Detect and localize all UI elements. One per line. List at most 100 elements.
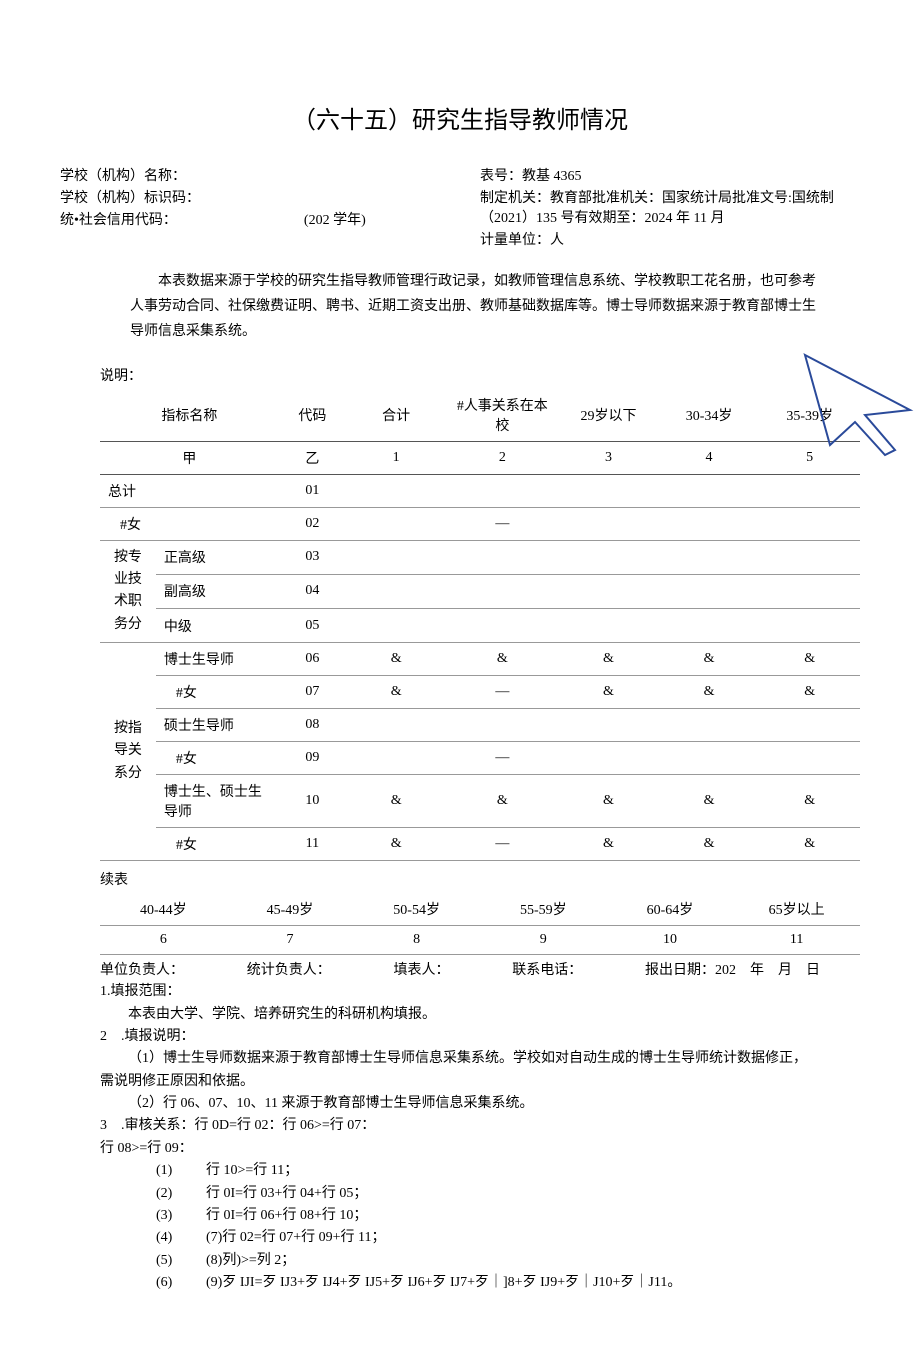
th-c2: 2 [446,441,558,474]
meta-block: 学校（机构）名称： 学校（机构）标识码： 统•社会信用代码： (202 学年) … [60,165,860,249]
cell: & [759,775,860,828]
cell: & [346,643,447,676]
cell [346,574,447,608]
row-label: 中级 [156,608,279,642]
th-60: 60-64岁 [607,893,734,926]
filler: 填表人： [394,959,450,979]
th-29: 29岁以下 [558,389,659,442]
row-label: 硕士生导师 [156,709,279,742]
row-label: #女 [100,507,279,540]
cell [558,608,659,642]
cell [659,742,760,775]
cell [346,507,447,540]
th-40: 40-44岁 [100,893,227,926]
row-label: #女 [156,676,279,709]
note-list-item: (4)(7)行 02=行 07+行 09+行 11； [100,1227,820,1249]
cell [558,574,659,608]
row-label: 正高级 [156,540,279,574]
meta-left: 学校（机构）名称： 学校（机构）标识码： 统•社会信用代码： (202 学年) [60,165,366,249]
source-note: 本表数据来源于学校的研究生指导教师管理行政记录，如教师管理信息系统、学校教职工花… [130,269,820,345]
th-c9: 9 [480,926,607,955]
table-row: 博士生、硕士生导师 10 & & & & & [100,775,860,828]
th-c1: 1 [346,441,447,474]
row-code: 10 [279,775,346,828]
note-list-item: (1)行 10>=行 11； [100,1160,820,1182]
notes-section: 1.填报范围： 本表由大学、学院、培养研究生的科研机构填报。 2 .填报说明： … [100,981,820,1294]
school-code-label: 学校（机构）标识码： [60,187,366,207]
form-number: 表号：教基 4365 [480,165,860,185]
cell: & [659,676,760,709]
cell [659,574,760,608]
note-list-item: (3)行 0I=行 06+行 08+行 10； [100,1205,820,1227]
meta-right: 表号：教基 4365 制定机关：教育部批准机关：国家统计局批准文号:国统制（20… [480,165,860,249]
th-c7: 7 [227,926,354,955]
cell: — [446,676,558,709]
cell: & [558,643,659,676]
signature-line: 单位负责人： 统计负责人： 填表人： 联系电话： 报出日期：202 年 月 日 [100,959,820,979]
cell [659,540,760,574]
row-label: 博士生导师 [156,643,279,676]
cell: & [659,643,760,676]
cell: & [446,775,558,828]
stat-leader: 统计负责人： [247,959,331,979]
measure-unit: 计量单位：人 [480,229,860,249]
credit-code-label: 统•社会信用代码： (202 学年) [60,209,366,229]
th-c6: 6 [100,926,227,955]
th-50: 50-54岁 [353,893,480,926]
th-35: 35-39岁 [759,389,860,442]
th-c10: 10 [607,926,734,955]
cell: & [659,828,760,861]
cell [759,507,860,540]
table-row: #女 07 & — & & & [100,676,860,709]
note-2-title: 2 .填报说明： [100,1026,820,1048]
header-row-2: 甲 乙 1 2 3 4 5 [100,441,860,474]
cell: & [558,676,659,709]
row-label: 博士生、硕士生导师 [156,775,279,828]
cell: & [659,775,760,828]
cell [346,709,447,742]
cell [558,709,659,742]
cell [558,474,659,507]
row-label: 总计 [100,474,279,507]
note-3-extra: 行 08>=行 09： [100,1138,820,1160]
row-code: 09 [279,742,346,775]
th-c4: 4 [659,441,760,474]
note-list-item: (5)(8)列)>=列 2； [100,1250,820,1272]
authority: 制定机关：教育部批准机关：国家统计局批准文号:国统制（2021）135 号有效期… [480,187,860,227]
continuation-table: 40-44岁 45-49岁 50-54岁 55-59岁 60-64岁 65岁以上… [100,893,860,955]
cell [446,474,558,507]
row-code: 04 [279,574,346,608]
th-yi: 乙 [279,441,346,474]
cell [759,574,860,608]
th-55: 55-59岁 [480,893,607,926]
main-table: 指标名称 代码 合计 #人事关系在本校 29岁以下 30-34岁 35-39岁 … [100,389,860,862]
row-label: 副高级 [156,574,279,608]
cell: & [558,828,659,861]
header-row-1: 指标名称 代码 合计 #人事关系在本校 29岁以下 30-34岁 35-39岁 [100,389,860,442]
cell: — [446,742,558,775]
note-2-1: （1）博士生导师数据来源于教育部博士生导师信息采集系统。学校如对自动生成的博士生… [100,1048,820,1093]
cell [446,540,558,574]
cell: & [759,828,860,861]
cell [659,474,760,507]
academic-year: (202 学年) [304,213,366,228]
row-code: 05 [279,608,346,642]
table-row: 副高级 04 [100,574,860,608]
table-row: 总计 01 [100,474,860,507]
th-jia: 甲 [100,441,279,474]
table-row: #女 11 & — & & & [100,828,860,861]
th-c5: 5 [759,441,860,474]
cell: & [759,643,860,676]
th-c3: 3 [558,441,659,474]
th-30: 30-34岁 [659,389,760,442]
row-code: 02 [279,507,346,540]
table-row: #女 09 — [100,742,860,775]
th-65: 65岁以上 [733,893,860,926]
note-list-item: (2)行 0I=行 03+行 04+行 05； [100,1183,820,1205]
cell [659,608,760,642]
cell: & [346,828,447,861]
cell [558,540,659,574]
cell: & [558,775,659,828]
cell [759,709,860,742]
th-45: 45-49岁 [227,893,354,926]
